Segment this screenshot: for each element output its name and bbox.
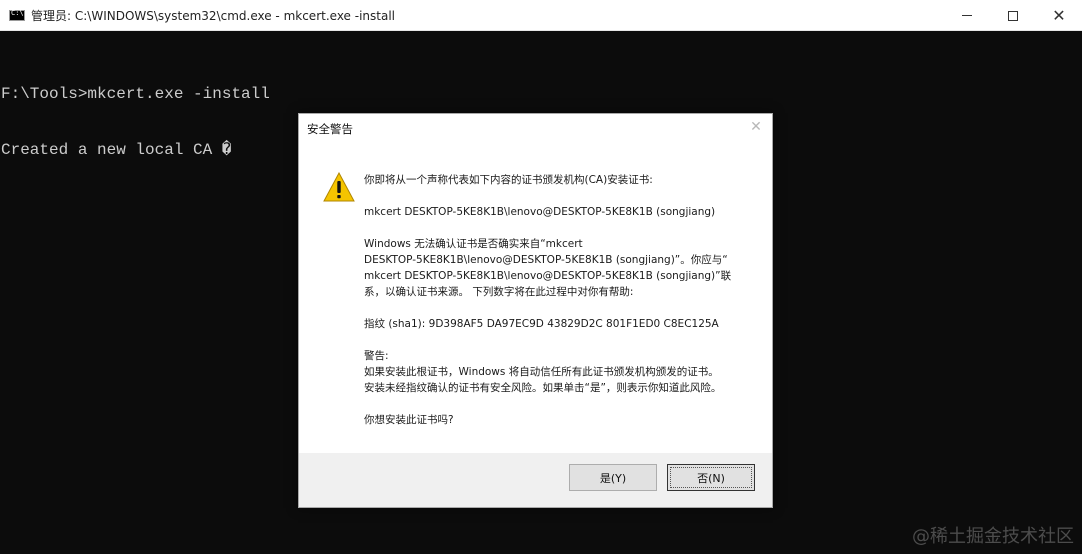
yes-button[interactable]: 是(Y) [569, 464, 657, 491]
dialog-titlebar: 安全警告 ✕ [299, 114, 772, 144]
message-line: 系，以确认证书来源。 下列数字将在此过程中对你有帮助: [364, 286, 634, 298]
warning-triangle-icon [323, 172, 355, 202]
console-line: F:\Tools>mkcert.exe -install [1, 85, 270, 103]
verify-paragraph: Windows 无法确认证书是否确实来自“mkcert DESKTOP-5KE8… [364, 236, 759, 300]
question-paragraph: 你想安装此证书吗? [364, 412, 759, 428]
dialog-title: 安全警告 [307, 122, 353, 136]
cmd-console-icon [9, 9, 25, 21]
intro-paragraph: 你即将从一个声称代表如下内容的证书颁发机构(CA)安装证书: [364, 172, 759, 188]
dialog-close-button[interactable]: ✕ [748, 119, 764, 135]
maximize-button[interactable] [990, 0, 1036, 31]
message-line: DESKTOP-5KE8K1B\lenovo@DESKTOP-5KE8K1B (… [364, 254, 728, 266]
dialog-button-bar: 是(Y) 否(N) [299, 453, 772, 507]
window-title: 管理员: C:\WINDOWS\system32\cmd.exe - mkcer… [31, 8, 395, 23]
window-titlebar: 管理员: C:\WINDOWS\system32\cmd.exe - mkcer… [0, 0, 1082, 31]
message-line: Windows 无法确认证书是否确实来自“mkcert [364, 238, 583, 250]
warning-paragraph: 警告: 如果安装此根证书，Windows 将自动信任所有此证书颁发机构颁发的证书… [364, 348, 759, 396]
thumbprint-paragraph: 指纹 (sha1): 9D398AF5 DA97EC9D 43829D2C 80… [364, 316, 759, 332]
message-line: mkcert DESKTOP-5KE8K1B\lenovo@DESKTOP-5K… [364, 270, 732, 282]
message-line: 安装未经指纹确认的证书有安全风险。如果单击“是”，则表示你知道此风险。 [364, 382, 722, 394]
window-controls: ✕ [944, 0, 1082, 31]
message-line: mkcert DESKTOP-5KE8K1B\lenovo@DESKTOP-5K… [364, 206, 716, 218]
maximize-icon [1008, 10, 1018, 21]
minimize-icon [962, 15, 972, 16]
close-button[interactable]: ✕ [1036, 0, 1082, 31]
watermark: @稀土掘金技术社区 [912, 526, 1074, 547]
message-line: 警告: [364, 350, 389, 362]
message-line: 指纹 (sha1): 9D398AF5 DA97EC9D 43829D2C 80… [364, 318, 719, 330]
close-icon: ✕ [1052, 5, 1066, 25]
no-button[interactable]: 否(N) [667, 464, 755, 491]
message-line: 你想安装此证书吗? [364, 414, 454, 426]
message-line: 你即将从一个声称代表如下内容的证书颁发机构(CA)安装证书: [364, 174, 653, 186]
ca-name-paragraph: mkcert DESKTOP-5KE8K1B\lenovo@DESKTOP-5K… [364, 204, 759, 220]
dialog-message: 你即将从一个声称代表如下内容的证书颁发机构(CA)安装证书: mkcert DE… [364, 172, 759, 444]
minimize-button[interactable] [944, 0, 990, 31]
message-line: 如果安装此根证书，Windows 将自动信任所有此证书颁发机构颁发的证书。 [364, 366, 719, 378]
security-warning-dialog: 安全警告 ✕ 你即将从一个声称代表如下内容的证书颁发机构(CA)安装证书: mk… [298, 113, 773, 508]
